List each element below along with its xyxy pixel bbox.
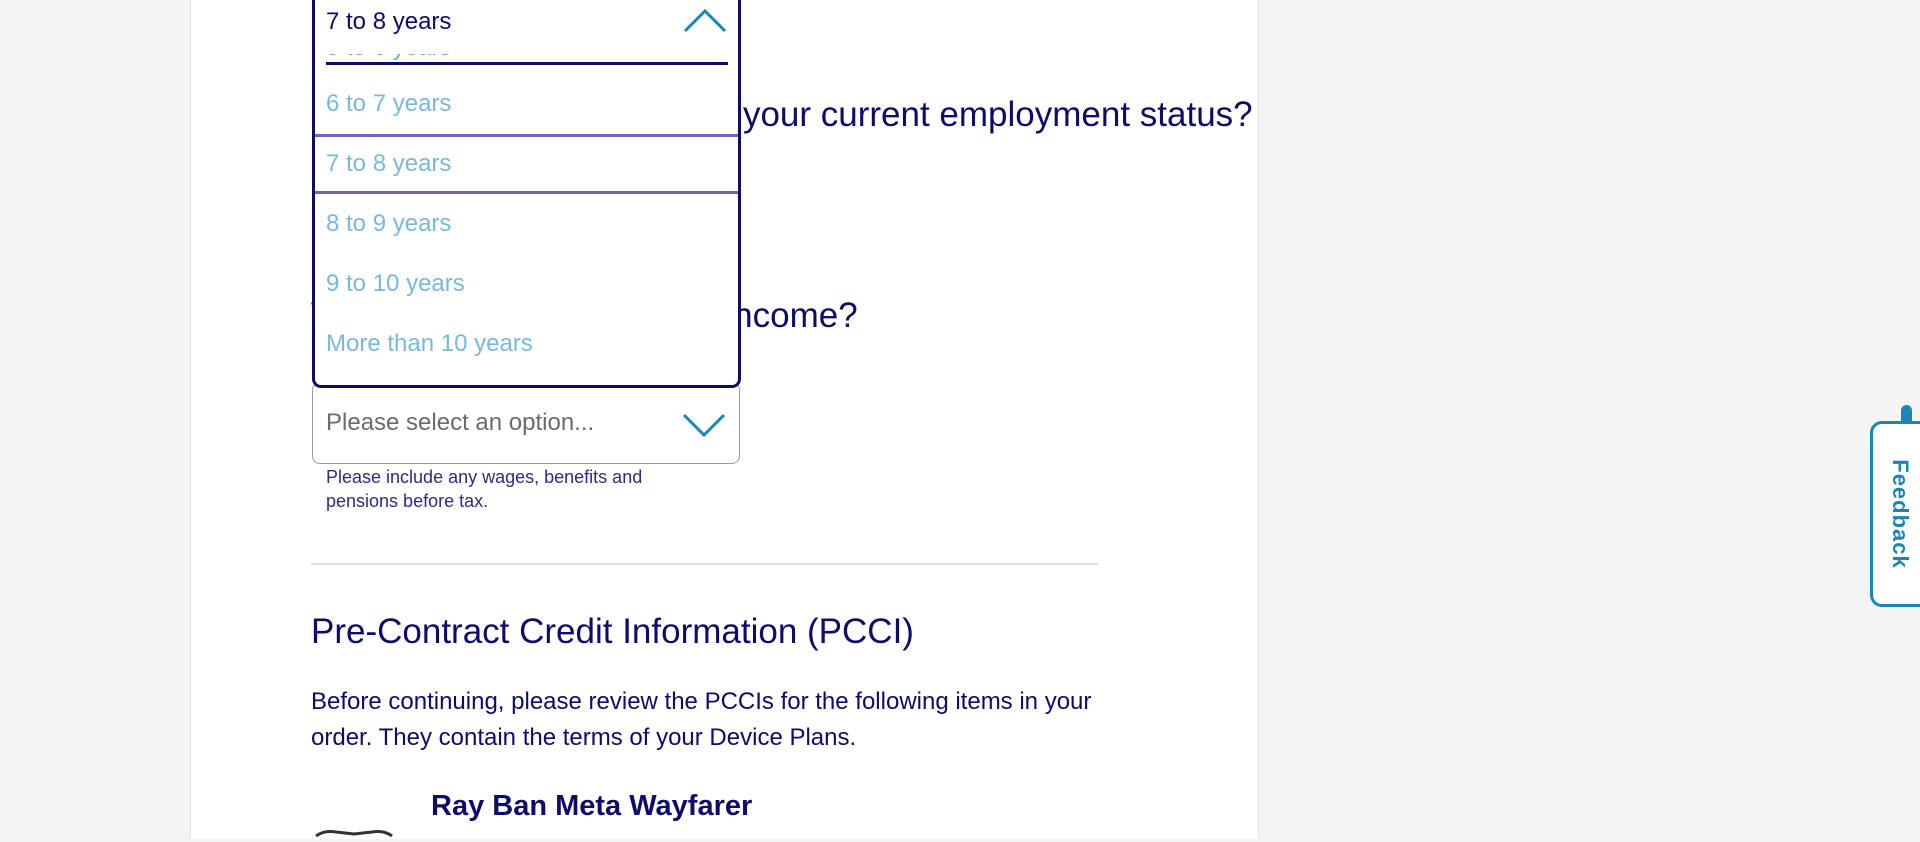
- scrolled-option: 5 to 6 years: [326, 54, 728, 62]
- pcci-title: Pre-Contract Credit Information (PCCI): [311, 612, 914, 651]
- option-6-to-7-years[interactable]: 6 to 7 years: [315, 74, 738, 134]
- option-9-to-10-years[interactable]: 9 to 10 years: [315, 254, 738, 314]
- income-select-placeholder: Please select an option...: [326, 409, 595, 436]
- product-name: Ray Ban Meta Wayfarer: [431, 790, 753, 822]
- income-select[interactable]: Please select an option...: [312, 382, 740, 464]
- product-image: [315, 830, 393, 838]
- pcci-intro: Before continuing, please review the PCC…: [311, 688, 1092, 751]
- chevron-up-icon[interactable]: [682, 7, 728, 35]
- feedback-tab[interactable]: Feedback: [1870, 421, 1920, 607]
- employment-duration-dropdown[interactable]: 7 to 8 years 5 to 6 years 6 to 7 years 7…: [312, 0, 741, 388]
- dropdown-options: 6 to 7 years 7 to 8 years 8 to 9 years 9…: [315, 74, 738, 374]
- feedback-label: Feedback: [1888, 459, 1913, 569]
- dropdown-underline: [326, 62, 728, 65]
- dropdown-selected-value: 7 to 8 years: [326, 8, 452, 35]
- chevron-down-icon: [682, 413, 726, 438]
- option-more-than-10-years[interactable]: More than 10 years: [315, 314, 738, 374]
- option-8-to-9-years[interactable]: 8 to 9 years: [315, 194, 738, 254]
- income-hint: Please include any wages, benefits and p…: [326, 467, 643, 511]
- option-7-to-8-years[interactable]: 7 to 8 years: [315, 134, 738, 194]
- section-divider: [311, 563, 1098, 565]
- main-content: How long have you been in your current e…: [190, 0, 1259, 839]
